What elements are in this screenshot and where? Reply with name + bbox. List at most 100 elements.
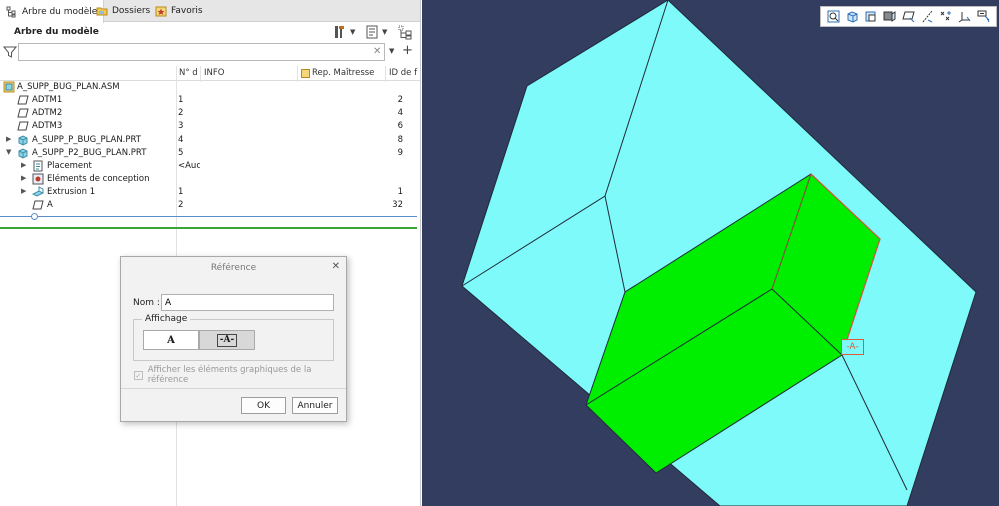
- insert-here-indicator[interactable]: [0, 216, 417, 217]
- column-header-number[interactable]: N° d: [176, 65, 200, 81]
- ok-button[interactable]: OK: [241, 397, 286, 414]
- point-display-icon[interactable]: [939, 10, 952, 23]
- tree-row-number: 5: [178, 148, 184, 158]
- tree-row-label: Eléments de conception: [47, 174, 150, 184]
- part-icon: [18, 135, 28, 146]
- display-style-icon[interactable]: [883, 10, 896, 23]
- cancel-button[interactable]: Annuler: [292, 397, 338, 414]
- chevron-down-icon[interactable]: ▼: [389, 47, 394, 55]
- tree-row-adtm2[interactable]: ADTM2 2 4: [0, 107, 420, 120]
- tree-view-button[interactable]: [398, 24, 413, 40]
- tree-end-indicator: [0, 227, 417, 229]
- datum-plane-icon: [17, 108, 29, 118]
- tree-row-number: 1: [178, 95, 184, 105]
- model-scene[interactable]: [422, 0, 999, 506]
- column-header-label: Rep. Maîtresse: [312, 68, 375, 78]
- tab-model-tree[interactable]: Arbre du modèle: [0, 0, 105, 23]
- favorites-icon: [155, 6, 167, 17]
- tools-icon: [335, 26, 344, 38]
- tab-folders[interactable]: Dossiers: [90, 0, 156, 22]
- reference-dialog: Référence ✕ Nom : Affichage A -A- ✓ Affi…: [120, 256, 347, 422]
- view-toolbar: [820, 6, 997, 27]
- tree-column-header: N° d INFO Rep. Maîtresse ID de f: [0, 65, 420, 81]
- panel-tab-bar: Arbre du modèle Dossiers Favoris: [0, 0, 420, 23]
- datum-tag-a[interactable]: -A-: [841, 339, 864, 355]
- part-icon: [18, 148, 28, 159]
- show-graphics-checkbox[interactable]: ✓: [134, 370, 143, 380]
- dialog-divider: [121, 388, 346, 389]
- filter-icon[interactable]: [3, 45, 17, 59]
- expand-arrow-icon[interactable]: ▶: [21, 174, 26, 182]
- display-plain-option[interactable]: A: [143, 330, 199, 350]
- tree-row-design-items[interactable]: ▶ Eléments de conception: [0, 173, 420, 186]
- tree-row-number: 4: [178, 135, 184, 145]
- name-label: Nom :: [133, 298, 160, 308]
- tree-row-part-p2[interactable]: ▼ A_SUPP_P2_BUG_PLAN.PRT 5 9: [0, 147, 420, 160]
- tree-row-label: ADTM3: [32, 121, 63, 131]
- tree-row-label: ADTM1: [32, 95, 63, 105]
- tree-search-input[interactable]: [18, 43, 385, 61]
- tree-row-adtm3[interactable]: ADTM3 3 6: [0, 120, 420, 133]
- tree-row-label: A_SUPP_P2_BUG_PLAN.PRT: [32, 148, 147, 158]
- tree-row-datum-a[interactable]: A 2 32: [0, 199, 420, 212]
- axis-display-icon[interactable]: [921, 10, 934, 23]
- column-header-master-rep[interactable]: Rep. Maîtresse: [298, 65, 384, 81]
- design-items-icon: [32, 173, 44, 185]
- show-graphics-label: Afficher les éléments graphiques de la r…: [147, 365, 312, 385]
- csys-display-icon[interactable]: [958, 10, 971, 23]
- tree-tools-button[interactable]: ▼: [333, 24, 355, 40]
- tree-row-number: 2: [178, 200, 184, 210]
- annotation-display-icon[interactable]: [977, 10, 990, 23]
- tree-row-info: <Auc: [178, 161, 200, 171]
- tree-row-number: 3: [178, 121, 184, 131]
- tab-label: Arbre du modèle: [22, 6, 98, 17]
- datum-plane-icon: [17, 121, 29, 131]
- tree-row-label: A_SUPP_BUG_PLAN.ASM: [17, 82, 120, 92]
- model-tree-panel: Arbre du modèle Dossiers Favoris Arbre d…: [0, 0, 421, 506]
- tab-favorites[interactable]: Favoris: [149, 0, 209, 22]
- close-icon[interactable]: ✕: [332, 261, 340, 272]
- tree-filter-row: ✕ ▼ +: [0, 42, 420, 62]
- collapse-arrow-icon[interactable]: ▼: [6, 148, 11, 156]
- column-divider: [297, 66, 298, 82]
- display-group-label: Affichage: [142, 314, 191, 324]
- expand-arrow-icon[interactable]: ▶: [21, 161, 26, 169]
- tree-display-icon: [398, 25, 412, 39]
- tree-row-label: A_SUPP_P_BUG_PLAN.PRT: [32, 135, 141, 145]
- show-graphics-checkbox-row: ✓ Afficher les éléments graphiques de la…: [134, 365, 346, 385]
- tree-settings-button[interactable]: ▼: [365, 24, 387, 40]
- tree-row-number: 1: [178, 187, 184, 197]
- folders-icon: [96, 7, 108, 16]
- assembly-icon: [3, 81, 15, 93]
- tree-row-label: ADTM2: [32, 108, 63, 118]
- tree-row-number: 2: [178, 108, 184, 118]
- expand-arrow-icon[interactable]: ▶: [6, 135, 11, 143]
- tab-label: Favoris: [171, 6, 203, 16]
- insert-here-handle[interactable]: [31, 213, 38, 220]
- tree-row-adtm1[interactable]: ADTM1 1 2: [0, 94, 420, 107]
- add-filter-icon[interactable]: +: [402, 43, 413, 58]
- tree-row-id: 4: [397, 108, 403, 118]
- expand-arrow-icon[interactable]: ▶: [21, 187, 26, 195]
- tree-row-assembly[interactable]: A_SUPP_BUG_PLAN.ASM: [0, 81, 420, 94]
- datum-plane-icon: [32, 200, 44, 210]
- view-orientation-icon[interactable]: [846, 10, 859, 23]
- tree-row-part-p[interactable]: ▶ A_SUPP_P_BUG_PLAN.PRT 4 8: [0, 134, 420, 147]
- datum-display-icon[interactable]: [902, 10, 915, 23]
- tree-row-placement[interactable]: ▶ Placement <Auc: [0, 160, 420, 173]
- clear-icon[interactable]: ✕: [373, 46, 381, 57]
- tree-row-id: 1: [397, 187, 403, 197]
- document-settings-icon: [366, 25, 378, 39]
- chevron-down-icon: ▼: [382, 28, 388, 36]
- graphics-viewport[interactable]: -A-: [422, 0, 999, 506]
- column-divider: [385, 66, 386, 82]
- name-field[interactable]: [161, 294, 334, 311]
- tree-row-extrusion[interactable]: ▶ Extrusion 1 1 1: [0, 186, 420, 199]
- display-framed-option[interactable]: -A-: [199, 330, 255, 350]
- column-header-info[interactable]: INFO: [201, 65, 297, 81]
- tree-row-id: 6: [397, 121, 403, 131]
- refit-icon[interactable]: [827, 10, 840, 23]
- placement-icon: [33, 160, 43, 172]
- column-header-feature-id[interactable]: ID de f: [386, 65, 420, 81]
- saved-views-icon[interactable]: [864, 10, 877, 23]
